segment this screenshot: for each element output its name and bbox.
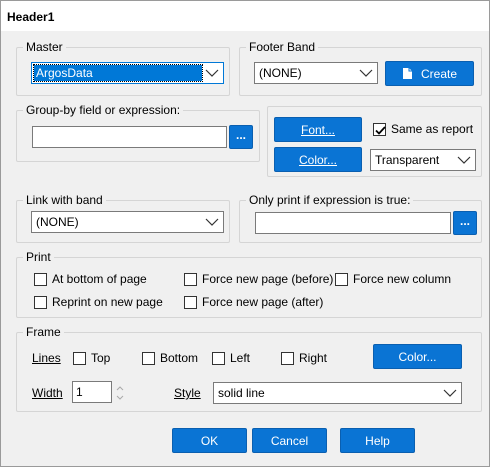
- master-group-title: Master: [23, 40, 66, 54]
- frame-right-checkbox[interactable]: Right: [281, 351, 327, 365]
- title-bar[interactable]: Header1: [1, 1, 489, 31]
- width-value: 1: [76, 385, 83, 399]
- group-by-browse-button[interactable]: ...: [229, 125, 253, 149]
- at-bottom-label: At bottom of page: [52, 272, 147, 286]
- chevron-down-icon[interactable]: [457, 154, 471, 166]
- footer-band-group-title: Footer Band: [246, 40, 319, 54]
- ok-button[interactable]: OK: [172, 428, 247, 453]
- reprint-checkbox[interactable]: Reprint on new page: [34, 295, 163, 309]
- same-as-report-label: Same as report: [391, 122, 474, 136]
- force-before-label: Force new page (before): [202, 272, 334, 286]
- width-spinner[interactable]: 1: [72, 381, 112, 403]
- footer-band-combo-value: (NONE): [259, 66, 302, 80]
- checkbox-box[interactable]: [34, 272, 47, 286]
- checkbox-box[interactable]: [142, 351, 155, 365]
- frame-top-label: Top: [91, 351, 111, 365]
- frame-color-button[interactable]: Color...: [373, 344, 462, 369]
- same-as-report-checkbox[interactable]: Same as report: [373, 122, 473, 136]
- link-band-combo[interactable]: (NONE): [31, 211, 224, 233]
- dialog-title: Header1: [7, 10, 55, 24]
- background-color-value: Transparent: [375, 153, 440, 167]
- font-button[interactable]: Font...: [274, 117, 362, 142]
- link-band-combo-value: (NONE): [36, 215, 79, 229]
- chevron-down-icon[interactable]: [205, 67, 219, 79]
- chevron-down-icon[interactable]: [443, 387, 457, 399]
- check-icon[interactable]: [373, 122, 386, 136]
- only-print-browse-label: ...: [459, 214, 470, 228]
- frame-bottom-checkbox[interactable]: Bottom: [142, 351, 198, 365]
- frame-style-combo[interactable]: solid line: [213, 382, 462, 404]
- width-label: Width: [32, 386, 63, 400]
- force-before-checkbox[interactable]: Force new page (before): [184, 272, 333, 286]
- style-label: Style: [174, 386, 201, 400]
- help-button-label: Help: [365, 433, 390, 448]
- chevron-down-icon[interactable]: [205, 216, 219, 228]
- chevron-down-icon[interactable]: [359, 67, 373, 79]
- font-button-label: Font...: [300, 122, 335, 137]
- background-color-combo[interactable]: Transparent: [370, 149, 476, 171]
- force-column-label: Force new column: [353, 272, 452, 286]
- create-button-label: Create: [420, 66, 458, 81]
- frame-group-title: Frame: [23, 325, 64, 339]
- help-button[interactable]: Help: [340, 428, 415, 453]
- only-print-group-title: Only print if expression is true:: [246, 193, 414, 207]
- frame-style-value: solid line: [218, 386, 265, 400]
- frame-left-label: Left: [230, 351, 251, 365]
- create-button[interactable]: Create: [385, 61, 474, 86]
- checkbox-box[interactable]: [281, 351, 294, 365]
- checkbox-box[interactable]: [34, 295, 47, 309]
- checkbox-box[interactable]: [335, 272, 348, 286]
- lines-label: Lines: [32, 351, 61, 365]
- cancel-button[interactable]: Cancel: [252, 428, 327, 453]
- frame-left-checkbox[interactable]: Left: [212, 351, 250, 365]
- checkbox-box[interactable]: [184, 272, 197, 286]
- frame-top-checkbox[interactable]: Top: [73, 351, 110, 365]
- force-after-checkbox[interactable]: Force new page (after): [184, 295, 323, 309]
- master-combo[interactable]: ArgosData: [31, 62, 224, 84]
- checkbox-box[interactable]: [184, 295, 197, 309]
- footer-band-combo[interactable]: (NONE): [254, 62, 378, 84]
- force-column-checkbox[interactable]: Force new column: [335, 272, 451, 286]
- reprint-label: Reprint on new page: [52, 295, 163, 309]
- print-group-title: Print: [23, 250, 54, 264]
- frame-bottom-label: Bottom: [160, 351, 199, 365]
- new-document-icon: [402, 68, 412, 79]
- checkbox-box[interactable]: [212, 351, 225, 365]
- only-print-input[interactable]: [255, 212, 451, 234]
- cancel-button-label: Cancel: [270, 433, 309, 448]
- checkbox-box[interactable]: [73, 351, 86, 365]
- at-bottom-checkbox[interactable]: At bottom of page: [34, 272, 147, 286]
- frame-color-button-label: Color...: [398, 349, 437, 364]
- header-band-dialog: Header1 Master ArgosData Footer Band (NO…: [0, 0, 490, 467]
- frame-right-label: Right: [299, 351, 328, 365]
- group-by-group-title: Group-by field or expression:: [23, 103, 184, 117]
- only-print-browse-button[interactable]: ...: [453, 211, 477, 235]
- color-button[interactable]: Color...: [274, 147, 362, 172]
- spinner-arrows-icon[interactable]: [114, 383, 126, 403]
- force-after-label: Force new page (after): [202, 295, 324, 309]
- color-button-label: Color...: [298, 152, 337, 167]
- master-combo-value: ArgosData: [33, 64, 203, 82]
- group-by-input[interactable]: [32, 126, 227, 148]
- link-band-group-title: Link with band: [23, 193, 106, 207]
- group-by-browse-label: ...: [235, 128, 246, 142]
- ok-button-label: OK: [200, 433, 219, 448]
